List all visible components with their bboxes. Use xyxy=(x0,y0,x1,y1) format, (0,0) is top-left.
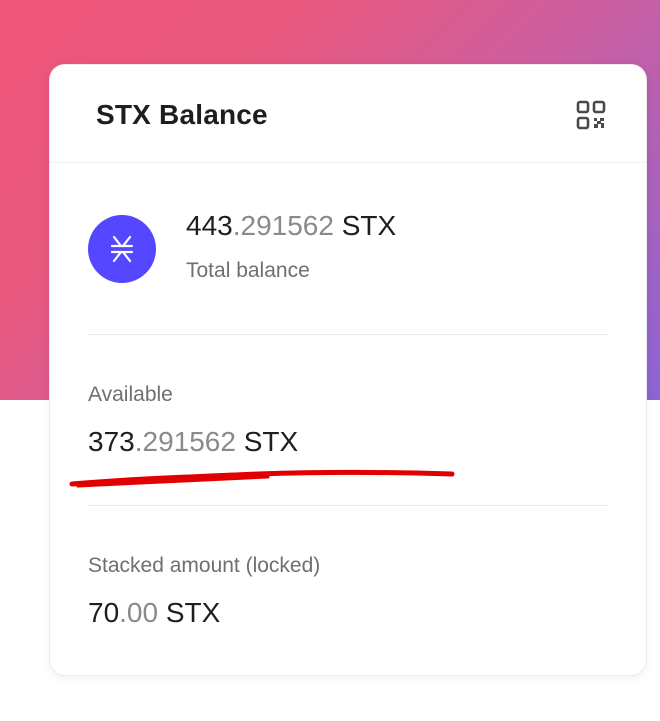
red-annotation-underline xyxy=(69,470,455,488)
available-unit: STX xyxy=(235,426,299,457)
total-balance-label: Total balance xyxy=(186,259,310,282)
total-balance-section: 443.291562 STX Total balance xyxy=(50,163,646,335)
qr-code-icon xyxy=(576,100,606,130)
stacked-decimals: .00 xyxy=(119,597,159,628)
stacked-unit: STX xyxy=(158,597,221,628)
stacks-logo-icon xyxy=(110,235,134,263)
total-balance-unit: STX xyxy=(333,210,397,241)
stacked-amount: 70.00 STX xyxy=(88,597,220,629)
stx-avatar xyxy=(88,215,156,283)
card-header: STX Balance xyxy=(50,65,646,163)
total-balance-amount: 443.291562 STX xyxy=(186,210,396,242)
qr-code-button[interactable] xyxy=(574,98,608,132)
total-balance-integer: 443 xyxy=(186,210,233,241)
available-label: Available xyxy=(88,383,173,406)
stacked-integer: 70 xyxy=(88,597,120,628)
card-title: STX Balance xyxy=(96,99,268,130)
balance-card: STX Balance 443.291562 STX Total balance… xyxy=(49,64,647,676)
page: STX Balance 443.291562 STX Total balance… xyxy=(0,0,660,721)
total-balance-decimals: .291562 xyxy=(232,210,334,241)
available-decimals: .291562 xyxy=(134,426,236,457)
available-amount: 373.291562 STX xyxy=(88,426,298,458)
divider xyxy=(88,334,608,335)
available-integer: 373 xyxy=(88,426,135,457)
stacked-label: Stacked amount (locked) xyxy=(88,554,321,577)
divider xyxy=(88,505,608,506)
